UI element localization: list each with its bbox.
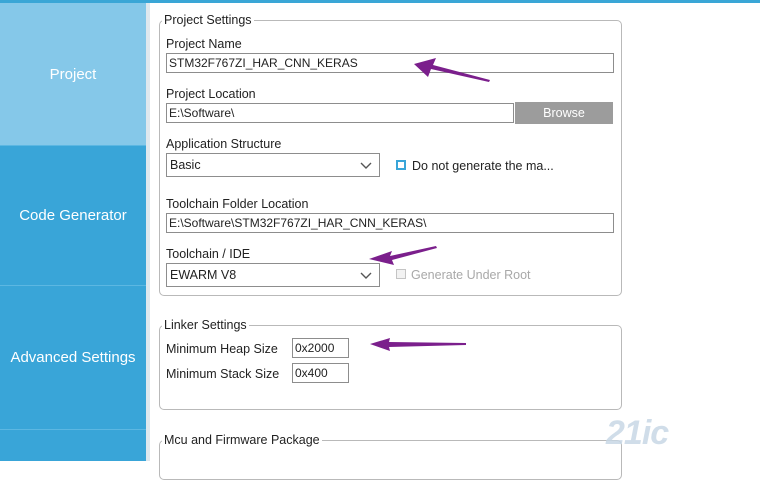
arrow-icon [414, 58, 490, 82]
annotation-arrows [369, 58, 490, 351]
arrow-icon [369, 246, 437, 265]
watermark-logo: 21ic [606, 414, 669, 452]
arrow-icon [370, 338, 466, 351]
